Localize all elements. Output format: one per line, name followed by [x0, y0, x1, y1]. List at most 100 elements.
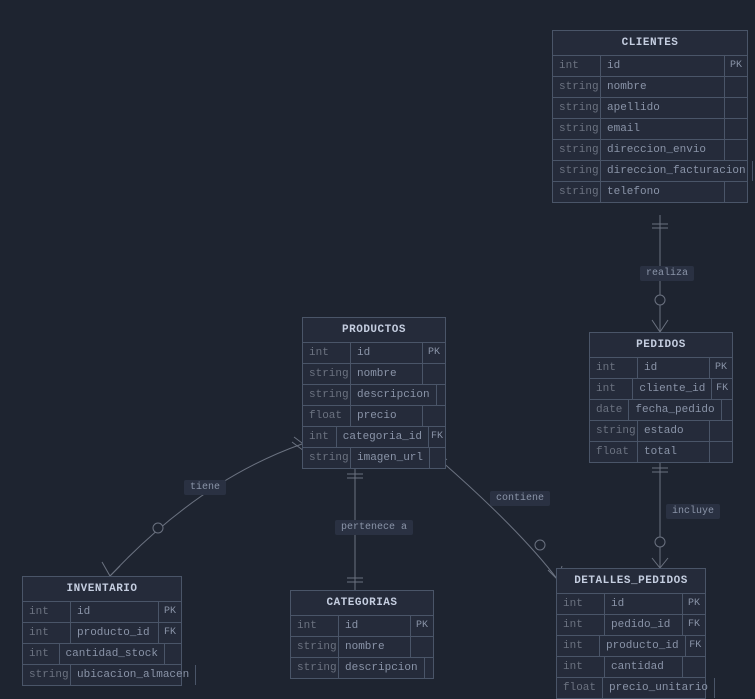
col-type: string	[553, 119, 601, 139]
col-name: producto_id	[600, 636, 686, 656]
col-key	[196, 665, 200, 685]
col-name: cantidad	[605, 657, 683, 677]
col-type: float	[303, 406, 351, 426]
col-type: int	[557, 636, 600, 656]
col-type: string	[303, 364, 351, 384]
entity-rows: intidPKintpedido_idFKintproducto_idFKint…	[557, 594, 705, 698]
col-type: string	[303, 385, 351, 405]
col-type: int	[557, 615, 605, 635]
entity-inventario: INVENTARIO intidPKintproducto_idFKintcan…	[22, 576, 182, 686]
entity-pedidos: PEDIDOS intidPKintcliente_idFKdatefecha_…	[589, 332, 733, 463]
col-type: float	[590, 442, 638, 462]
col-name: nombre	[339, 637, 411, 657]
col-name: nombre	[601, 77, 725, 97]
col-name: precio	[351, 406, 423, 426]
col-key: PK	[411, 616, 433, 636]
col-type: string	[291, 637, 339, 657]
col-name: telefono	[601, 182, 725, 202]
col-key: PK	[725, 56, 747, 76]
entity-rows: intidPKstringnombrestringdescripcion	[291, 616, 433, 678]
entity-row: intcategoria_idFK	[303, 427, 445, 448]
entity-row: stringnombre	[553, 77, 747, 98]
col-name: imagen_url	[351, 448, 430, 468]
col-type: string	[291, 658, 339, 678]
entity-rows: intidPKintproducto_idFKintcantidad_stock…	[23, 602, 181, 685]
entity-row: stringdescripcion	[303, 385, 445, 406]
col-key: PK	[683, 594, 705, 614]
entity-row: stringestado	[590, 421, 732, 442]
col-type: int	[557, 657, 605, 677]
entity-title: CATEGORIAS	[291, 591, 433, 616]
col-name: id	[351, 343, 423, 363]
col-name: ubicacion_almacen	[71, 665, 196, 685]
col-key: FK	[712, 379, 732, 399]
col-name: direccion_envio	[601, 140, 725, 160]
entity-row: stringdescripcion	[291, 658, 433, 678]
col-name: fecha_pedido	[629, 400, 721, 420]
col-name: id	[605, 594, 683, 614]
entity-rows: intidPKintcliente_idFKdatefecha_pedidost…	[590, 358, 732, 462]
col-name: precio_unitario	[603, 678, 715, 698]
col-key	[725, 140, 747, 160]
col-key	[423, 364, 445, 384]
col-type: int	[303, 343, 351, 363]
entity-row: intidPK	[553, 56, 747, 77]
entity-categorias: CATEGORIAS intidPKstringnombrestringdesc…	[290, 590, 434, 679]
entity-title: CLIENTES	[553, 31, 747, 56]
entity-row: intidPK	[23, 602, 181, 623]
col-key: PK	[710, 358, 732, 378]
col-key: PK	[159, 602, 181, 622]
col-type: int	[23, 602, 71, 622]
col-name: producto_id	[71, 623, 159, 643]
rel-label-pertenece-a: pertenece a	[335, 520, 413, 535]
entity-row: intproducto_idFK	[557, 636, 705, 657]
entity-title: PRODUCTOS	[303, 318, 445, 343]
entity-row: intidPK	[590, 358, 732, 379]
col-key	[423, 406, 445, 426]
entity-detalles-pedidos: DETALLES_PEDIDOS intidPKintpedido_idFKin…	[556, 568, 706, 699]
col-name: id	[638, 358, 710, 378]
entity-row: intpedido_idFK	[557, 615, 705, 636]
col-key	[437, 385, 445, 405]
entity-row: stringubicacion_almacen	[23, 665, 181, 685]
col-name: apellido	[601, 98, 725, 118]
col-name: descripcion	[351, 385, 437, 405]
entity-row: floatprecio	[303, 406, 445, 427]
entity-row: stringdireccion_envio	[553, 140, 747, 161]
entity-row: stringtelefono	[553, 182, 747, 202]
entity-row: stringemail	[553, 119, 747, 140]
entity-title: DETALLES_PEDIDOS	[557, 569, 705, 594]
col-type: int	[557, 594, 605, 614]
col-name: id	[601, 56, 725, 76]
col-name: pedido_id	[605, 615, 683, 635]
col-type: float	[557, 678, 603, 698]
entity-row: intproducto_idFK	[23, 623, 181, 644]
col-type: string	[553, 77, 601, 97]
col-key	[165, 644, 181, 664]
col-key: FK	[686, 636, 705, 656]
col-type: int	[553, 56, 601, 76]
col-key: FK	[683, 615, 705, 635]
col-type: string	[553, 161, 601, 181]
col-key: PK	[423, 343, 445, 363]
entity-productos: PRODUCTOS intidPKstringnombrestringdescr…	[302, 317, 446, 469]
col-type: string	[553, 140, 601, 160]
col-type: date	[590, 400, 629, 420]
rel-label-incluye: incluye	[666, 504, 720, 519]
col-name: email	[601, 119, 725, 139]
col-type: int	[23, 644, 60, 664]
col-key	[725, 77, 747, 97]
col-type: string	[553, 98, 601, 118]
entity-row: floatprecio_unitario	[557, 678, 705, 698]
col-name: categoria_id	[337, 427, 429, 447]
entity-row: stringapellido	[553, 98, 747, 119]
col-type: string	[553, 182, 601, 202]
entity-title: PEDIDOS	[590, 333, 732, 358]
rel-label-contiene: contiene	[490, 491, 550, 506]
entity-row: intcliente_idFK	[590, 379, 732, 400]
entity-row: intcantidad_stock	[23, 644, 181, 665]
col-type: int	[23, 623, 71, 643]
col-type: int	[590, 358, 638, 378]
col-key: FK	[159, 623, 181, 643]
entity-clientes: CLIENTES intidPKstringnombrestringapelli…	[552, 30, 748, 203]
